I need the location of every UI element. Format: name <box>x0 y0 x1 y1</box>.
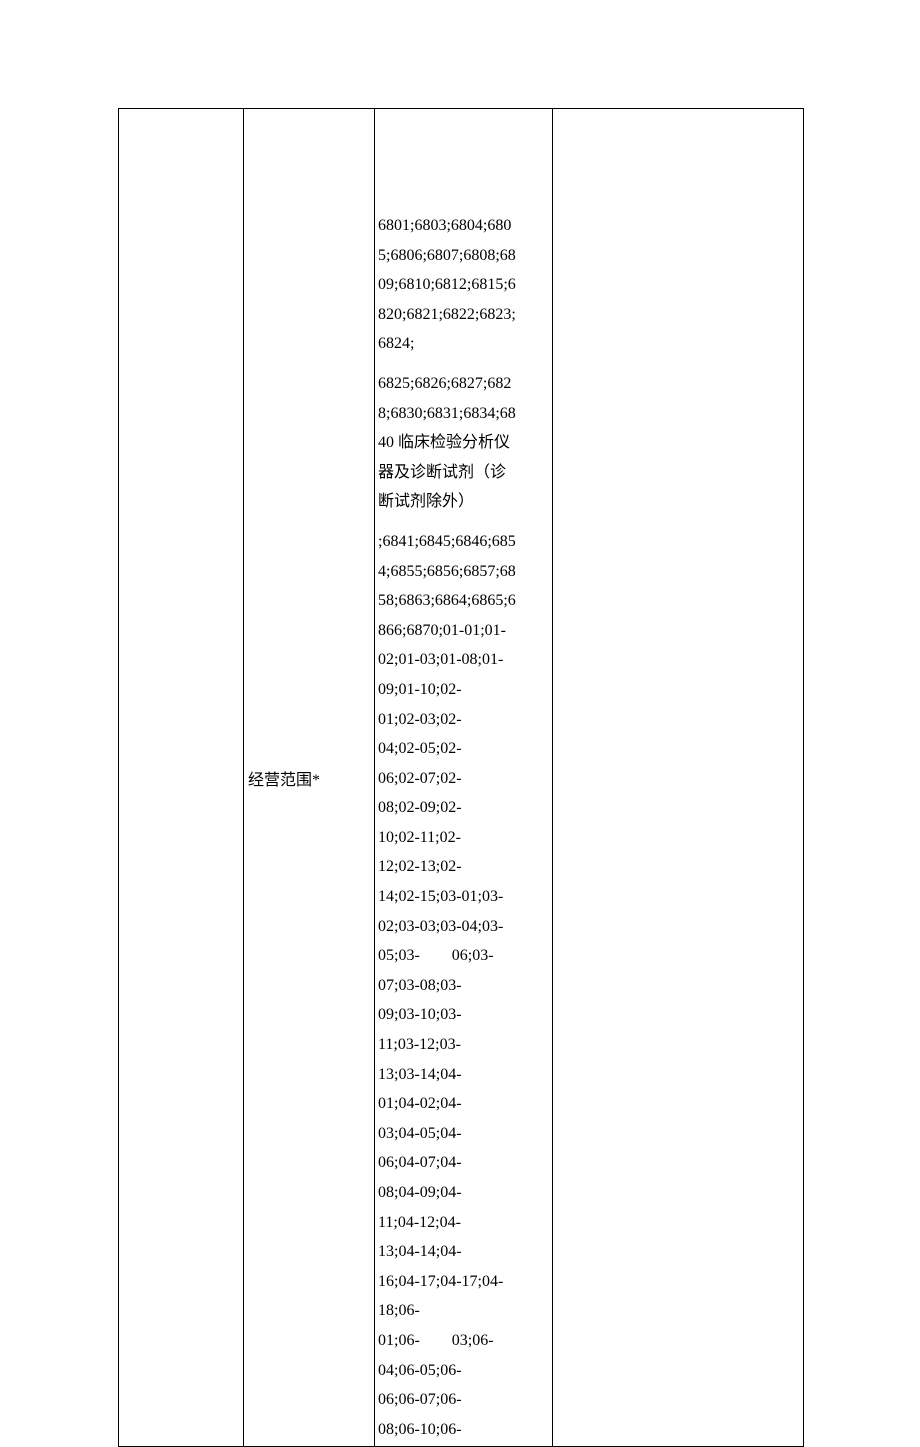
scope-line: 01;02-03;02- <box>378 705 549 735</box>
scope-line: 6801;6803;6804;680 <box>378 211 549 241</box>
document-table: 经营范围* 6801;6803;6804;6805;6806;6807;6808… <box>118 108 804 1447</box>
scope-paragraph-3: ;6841;6845;6846;6854;6855;6856;6857;6858… <box>378 527 549 1444</box>
scope-line: 08;02-09;02- <box>378 793 549 823</box>
scope-label: 经营范围* <box>248 766 320 790</box>
scope-line: 11;03-12;03- <box>378 1030 549 1060</box>
cell-scope-content: 6801;6803;6804;6805;6806;6807;6808;6809;… <box>375 109 553 1446</box>
scope-line: 13;03-14;04- <box>378 1060 549 1090</box>
scope-line: 断试剂除外） <box>378 487 549 517</box>
scope-line: 13;04-14;04- <box>378 1237 549 1267</box>
scope-line: 58;6863;6864;6865;6 <box>378 586 549 616</box>
scope-line: 01;04-02;04- <box>378 1089 549 1119</box>
cell-col4 <box>553 109 803 1446</box>
scope-line: 14;02-15;03-01;03- <box>378 882 549 912</box>
scope-line: 866;6870;01-01;01- <box>378 616 549 646</box>
scope-line: ;6841;6845;6846;685 <box>378 527 549 557</box>
scope-line: 03;04-05;04- <box>378 1119 549 1149</box>
scope-paragraph-2: 6825;6826;6827;6828;6830;6831;6834;6840 … <box>378 369 549 517</box>
scope-text-block: 6801;6803;6804;6805;6806;6807;6808;6809;… <box>378 211 549 1444</box>
scope-line: 02;03-03;03-04;03- <box>378 912 549 942</box>
scope-line: 6825;6826;6827;682 <box>378 369 549 399</box>
cell-col1 <box>119 109 244 1446</box>
scope-line: 820;6821;6822;6823; <box>378 300 549 330</box>
scope-line: 12;02-13;02- <box>378 852 549 882</box>
scope-line: 4;6855;6856;6857;68 <box>378 557 549 587</box>
scope-line: 16;04-17;04-17;04- <box>378 1267 549 1297</box>
scope-line: 02;01-03;01-08;01- <box>378 645 549 675</box>
scope-line: 04;06-05;06- <box>378 1356 549 1386</box>
cell-label: 经营范围* <box>244 109 375 1446</box>
scope-line: 10;02-11;02- <box>378 823 549 853</box>
scope-line: 09;03-10;03- <box>378 1000 549 1030</box>
scope-line: 40 临床检验分析仪 <box>378 428 549 458</box>
table-row: 经营范围* 6801;6803;6804;6805;6806;6807;6808… <box>119 109 803 1446</box>
scope-line: 5;6806;6807;6808;68 <box>378 241 549 271</box>
scope-line: 06;04-07;04- <box>378 1148 549 1178</box>
scope-line: 04;02-05;02- <box>378 734 549 764</box>
scope-line: 09;6810;6812;6815;6 <box>378 270 549 300</box>
scope-line: 08;06-10;06- <box>378 1415 549 1445</box>
scope-line: 01;06- 03;06- <box>378 1326 549 1356</box>
scope-line: 09;01-10;02- <box>378 675 549 705</box>
scope-line: 08;04-09;04- <box>378 1178 549 1208</box>
scope-line: 8;6830;6831;6834;68 <box>378 399 549 429</box>
scope-line: 05;03- 06;03- <box>378 941 549 971</box>
scope-line: 07;03-08;03- <box>378 971 549 1001</box>
scope-line: 06;06-07;06- <box>378 1385 549 1415</box>
scope-line: 6824; <box>378 329 549 359</box>
scope-line: 11;04-12;04- <box>378 1208 549 1238</box>
scope-paragraph-1: 6801;6803;6804;6805;6806;6807;6808;6809;… <box>378 211 549 359</box>
scope-line: 器及诊断试剂（诊 <box>378 458 549 488</box>
scope-line: 06;02-07;02- <box>378 764 549 794</box>
